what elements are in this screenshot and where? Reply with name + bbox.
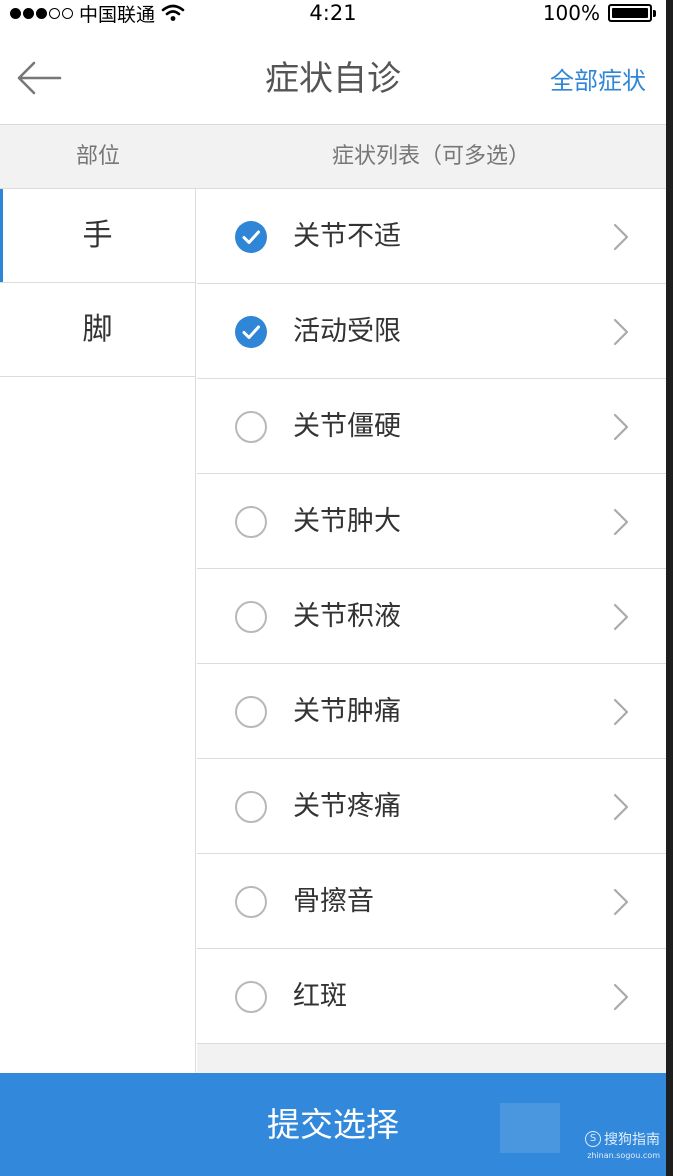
symptom-label: 红斑	[293, 981, 347, 1012]
watermark-brand: 搜狗指南	[604, 1132, 660, 1148]
symptom-list: 关节不适 活动受限 关节僵硬 关节肿大 关节积液 关节肿痛 关节疼痛 骨擦音 红…	[197, 189, 666, 1073]
symptom-row[interactable]: 关节肿大	[197, 474, 666, 569]
back-button[interactable]	[16, 60, 62, 96]
symptom-label: 关节僵硬	[293, 411, 401, 442]
checkbox-circle-icon[interactable]	[235, 221, 267, 253]
nav-bar: 症状自诊 全部症状	[0, 26, 666, 125]
body-part-header: 部位	[75, 144, 120, 169]
phone-screen: 中国联通 4:21 100% 症状自诊 全部症状 部位 症状列表（可多选） 手 …	[0, 0, 666, 1176]
checkbox-circle-icon[interactable]	[235, 886, 267, 918]
checkbox-circle-icon[interactable]	[235, 411, 267, 443]
chevron-right-icon	[613, 318, 629, 346]
chevron-right-icon	[613, 603, 629, 631]
check-mark-icon	[242, 230, 260, 244]
checkbox-circle-icon[interactable]	[235, 696, 267, 728]
all-symptoms-link[interactable]: 全部症状	[550, 26, 646, 124]
watermark-blur	[500, 1103, 560, 1153]
check-mark-icon	[242, 325, 260, 339]
body-part-list: 手 脚	[0, 189, 196, 1073]
chevron-right-icon	[613, 223, 629, 251]
symptom-row[interactable]: 红斑	[197, 949, 666, 1044]
chevron-right-icon	[613, 413, 629, 441]
watermark-top: S 搜狗指南	[585, 1129, 660, 1149]
battery-icon	[608, 4, 656, 22]
symptom-label: 骨擦音	[293, 886, 374, 917]
symptom-row[interactable]: 骨擦音	[197, 854, 666, 949]
symptom-row[interactable]: 关节不适	[197, 189, 666, 284]
screen-edge	[666, 0, 673, 1176]
checkbox-circle-icon[interactable]	[235, 981, 267, 1013]
body-part-item-foot[interactable]: 脚	[0, 283, 195, 377]
checkbox-circle-icon[interactable]	[235, 791, 267, 823]
status-right: 100%	[542, 0, 656, 26]
body-part-label: 手	[82, 218, 113, 253]
battery-fill	[612, 8, 648, 18]
body-part-label: 脚	[82, 312, 113, 347]
chevron-right-icon	[613, 983, 629, 1011]
symptom-row[interactable]: 关节积液	[197, 569, 666, 664]
submit-label: 提交选择	[267, 1105, 399, 1144]
watermark-url: zhinan.sogou.com	[587, 1151, 660, 1160]
chevron-right-icon	[613, 698, 629, 726]
checkbox-circle-icon[interactable]	[235, 506, 267, 538]
symptom-label: 关节肿痛	[293, 696, 401, 727]
symptom-row[interactable]: 关节疼痛	[197, 759, 666, 854]
submit-button[interactable]: 提交选择 S 搜狗指南 zhinan.sogou.com	[0, 1073, 666, 1176]
symptom-label: 关节肿大	[293, 506, 401, 537]
sogou-watermark: S 搜狗指南 zhinan.sogou.com	[585, 1129, 660, 1160]
arrow-left-icon	[17, 61, 62, 95]
symptom-label: 活动受限	[293, 316, 401, 347]
symptom-label: 关节不适	[293, 221, 401, 252]
symptom-label: 关节积液	[293, 601, 401, 632]
chevron-right-icon	[613, 508, 629, 536]
symptom-row[interactable]: 活动受限	[197, 284, 666, 379]
status-bar: 中国联通 4:21 100%	[0, 0, 666, 26]
checkbox-circle-icon[interactable]	[235, 601, 267, 633]
chevron-right-icon	[613, 793, 629, 821]
checkbox-circle-icon[interactable]	[235, 316, 267, 348]
chevron-right-icon	[613, 888, 629, 916]
symptom-row[interactable]: 关节僵硬	[197, 379, 666, 474]
symptom-row[interactable]: 关节肿痛	[197, 664, 666, 759]
body-part-item-hand[interactable]: 手	[0, 189, 195, 283]
symptom-list-header: 症状列表（可多选）	[331, 144, 530, 169]
column-header-row: 部位 症状列表（可多选）	[0, 125, 666, 189]
symptom-label: 关节疼痛	[293, 791, 401, 822]
sogou-logo-icon: S	[585, 1131, 601, 1147]
battery-percent: 100%	[542, 1, 600, 25]
